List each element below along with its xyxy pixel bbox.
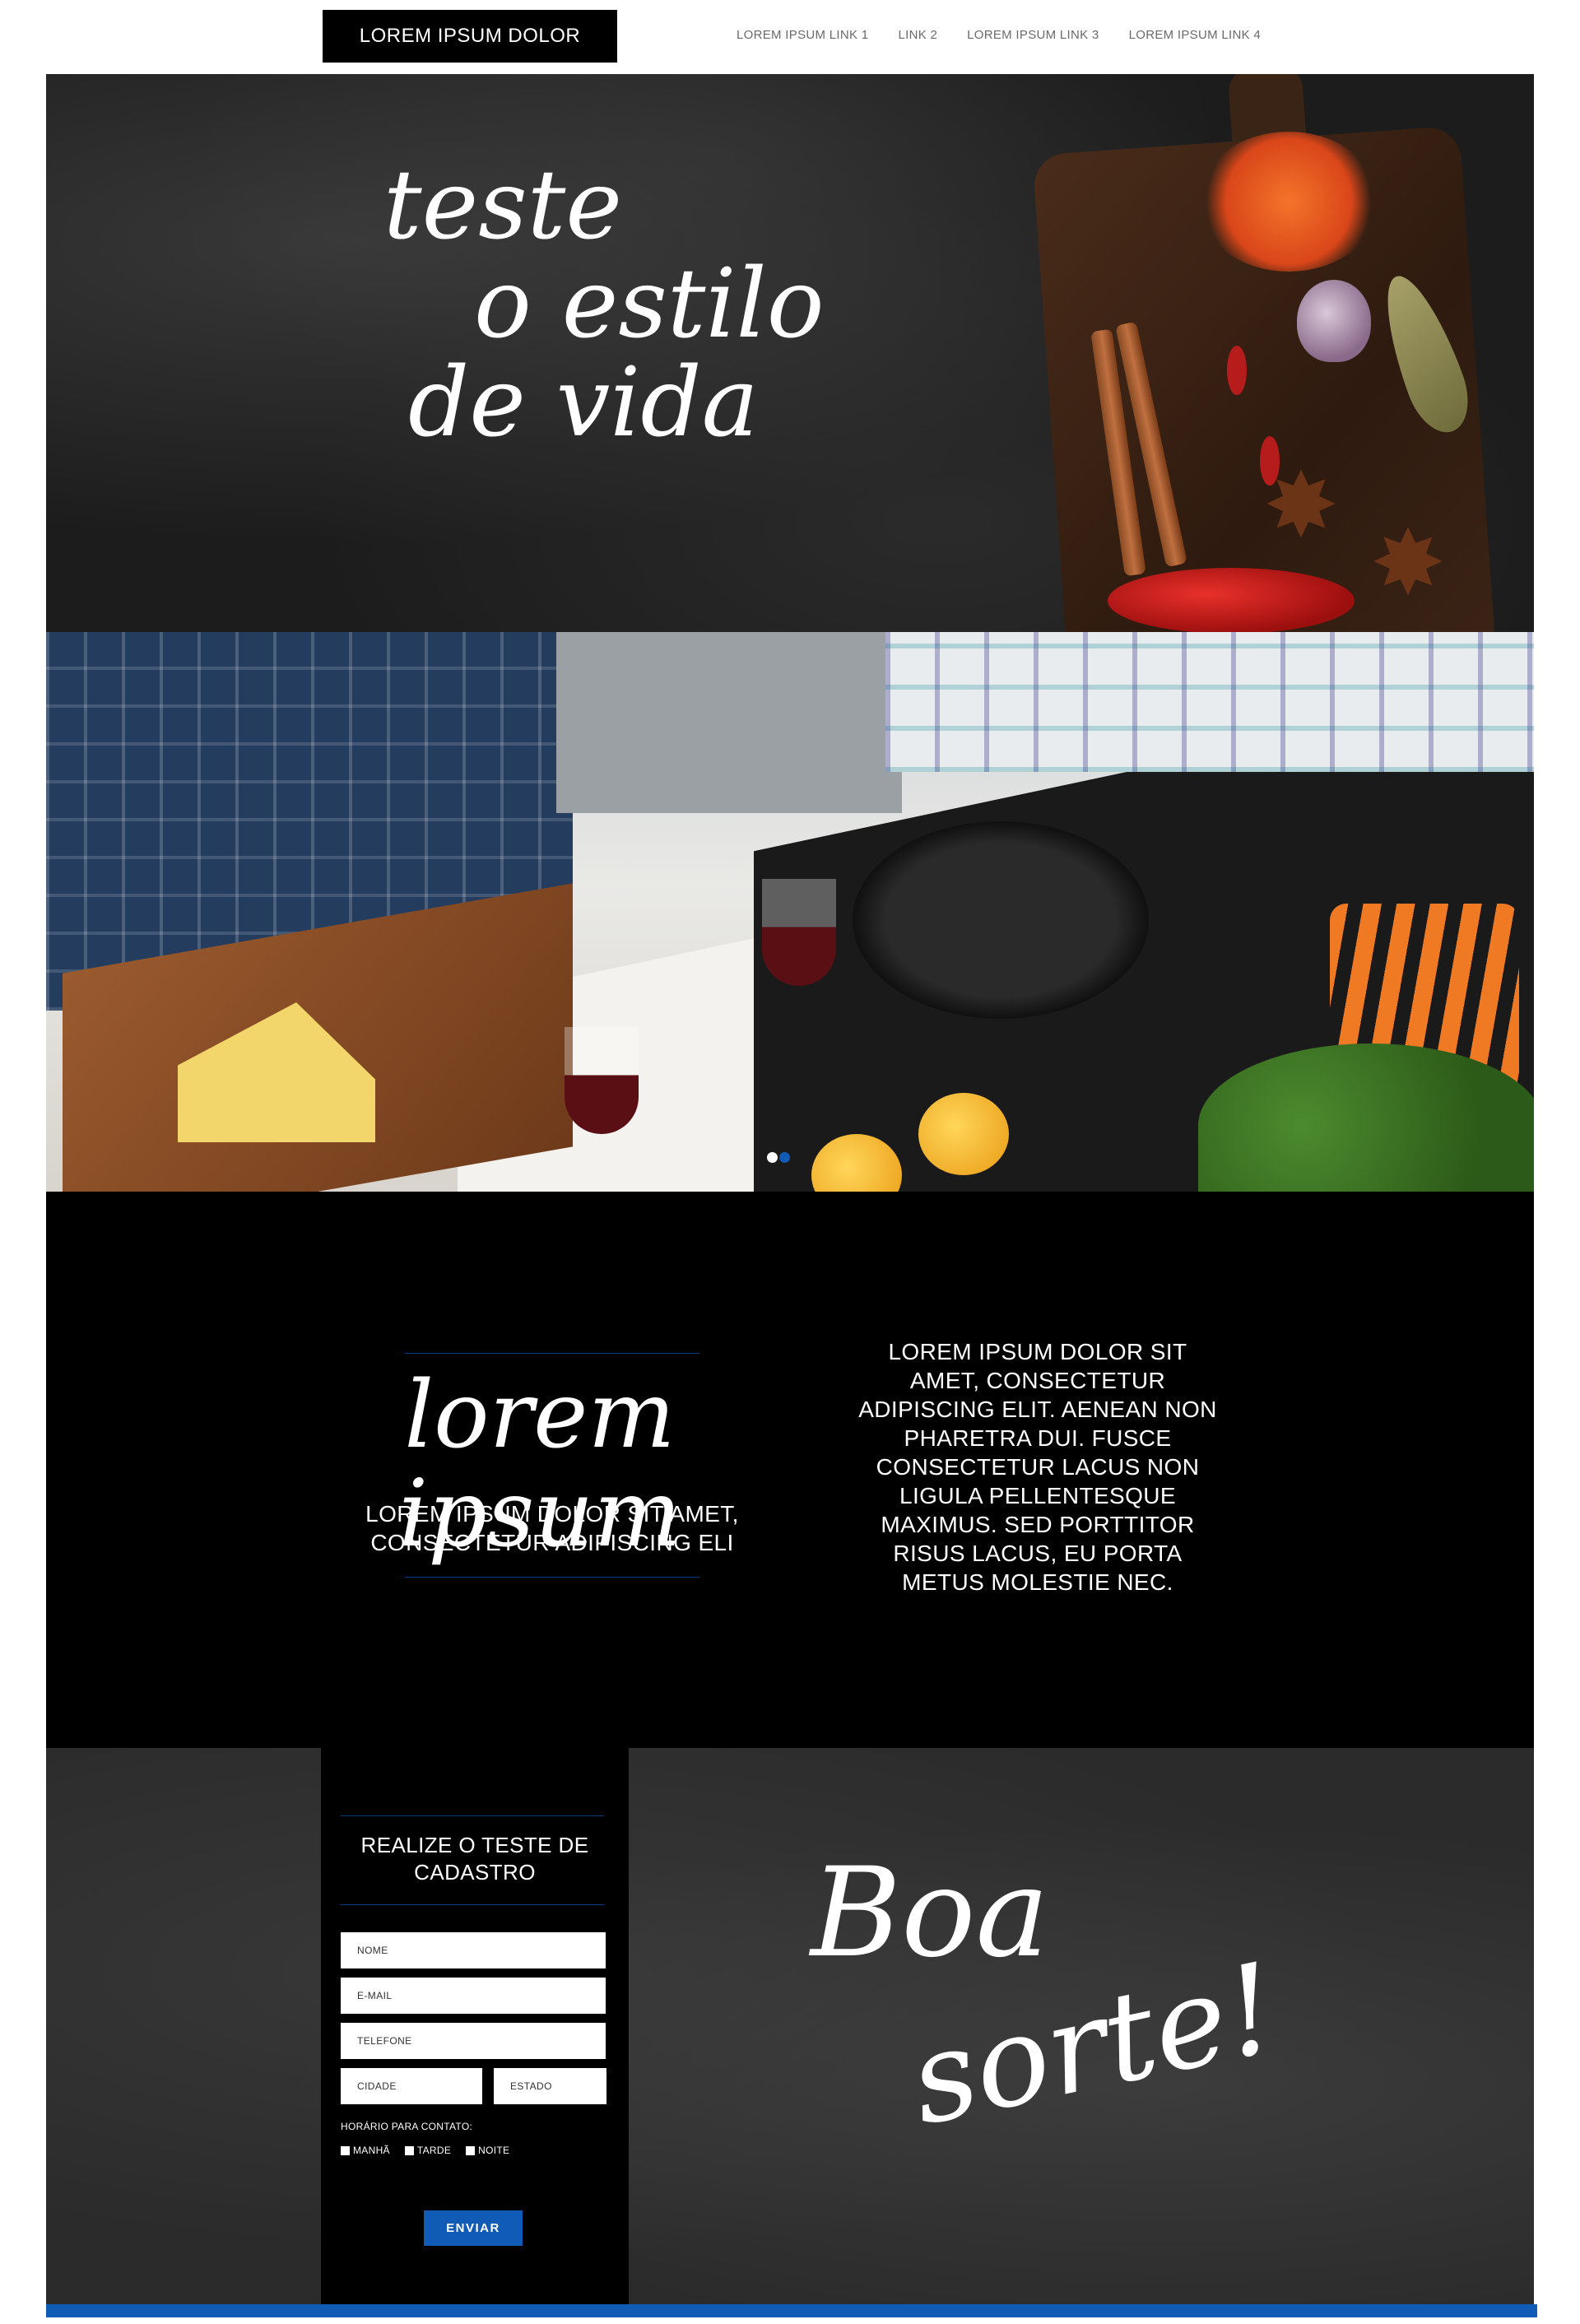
footer-accent-bar [46, 2304, 1537, 2317]
chili-pepper [1227, 346, 1247, 395]
star-anise: ✸ [1369, 513, 1447, 614]
hero-spices-banner: ✸ ✸ teste o estilo de vida [46, 74, 1534, 632]
checkbox[interactable] [404, 2145, 414, 2155]
hero-cooking-slider [46, 632, 1534, 1192]
name-field[interactable]: NOME [341, 1932, 606, 1968]
checkbox[interactable] [341, 2145, 350, 2155]
star-anise: ✸ [1262, 455, 1340, 556]
hero-script-line: de vida [408, 347, 759, 458]
divider-line [405, 1577, 699, 1578]
submit-button[interactable]: ENVIAR [424, 2210, 523, 2246]
intro-paragraph: LOREM IPSUM DOLOR SIT AMET, CONSECTETUR … [858, 1339, 1217, 1595]
site-logo[interactable]: LOREM IPSUM DOLOR [323, 10, 617, 63]
option-label: TARDE [416, 2145, 452, 2156]
closing-script: Boa sorte! [811, 1852, 1290, 2154]
state-field[interactable]: ESTADO [494, 2068, 606, 2104]
hero-script-headline: teste o estilo de vida [383, 156, 825, 453]
phone-field[interactable]: TELEFONE [341, 2023, 606, 2059]
option-label: MANHÃ [353, 2145, 390, 2156]
city-field[interactable]: CIDADE [341, 2068, 482, 2104]
option-morning[interactable]: MANHÃ [341, 2145, 390, 2156]
saffron-pile [1198, 132, 1379, 272]
signup-section [46, 1748, 1534, 2304]
wine-glass [762, 879, 836, 986]
slider-dot-2[interactable] [779, 1152, 790, 1163]
cook-apron [556, 632, 902, 813]
form-title: REALIZE O TESTE DE CADASTRO [360, 1833, 589, 1885]
divider-line [341, 1904, 604, 1905]
divider-line [341, 1815, 604, 1816]
intro-section [46, 1192, 1534, 1748]
option-afternoon[interactable]: TARDE [404, 2145, 452, 2156]
red-pepper [1108, 568, 1355, 632]
intro-subtitle: LOREM IPSUM DOLOR SIT AMET, CONSECTETUR … [365, 1501, 739, 1555]
slider-dot-1[interactable] [767, 1152, 778, 1163]
nav-link-2[interactable]: LINK 2 [898, 28, 937, 42]
cook-checked-shirt [885, 632, 1534, 772]
frying-pan [853, 821, 1149, 1019]
option-night[interactable]: NOITE [466, 2145, 509, 2156]
checkbox[interactable] [466, 2145, 476, 2155]
email-field[interactable]: E-MAIL [341, 1978, 606, 2014]
slider-dots [767, 1152, 790, 1163]
contact-time-label: HORÁRIO PARA CONTATO: [341, 2121, 473, 2132]
site-header: LOREM IPSUM DOLOR LOREM IPSUM LINK 1 LIN… [0, 0, 1580, 74]
nav-link-3[interactable]: LOREM IPSUM LINK 3 [967, 28, 1099, 42]
divider-line [405, 1353, 699, 1354]
nav-link-4[interactable]: LOREM IPSUM LINK 4 [1129, 28, 1261, 42]
option-label: NOITE [478, 2145, 510, 2156]
main-nav: LOREM IPSUM LINK 1 LINK 2 LOREM IPSUM LI… [737, 28, 1261, 42]
closing-script-line: Boa [811, 1842, 1049, 1985]
garlic-clove [1297, 280, 1371, 362]
wine-glass [565, 1027, 639, 1134]
lemon [918, 1093, 1009, 1175]
nav-link-1[interactable]: LOREM IPSUM LINK 1 [737, 28, 868, 42]
hero-script-line: o estilo [474, 249, 825, 360]
hero-script-line: teste [383, 150, 623, 261]
contact-time-options: MANHÃ TARDE NOITE [341, 2145, 509, 2156]
